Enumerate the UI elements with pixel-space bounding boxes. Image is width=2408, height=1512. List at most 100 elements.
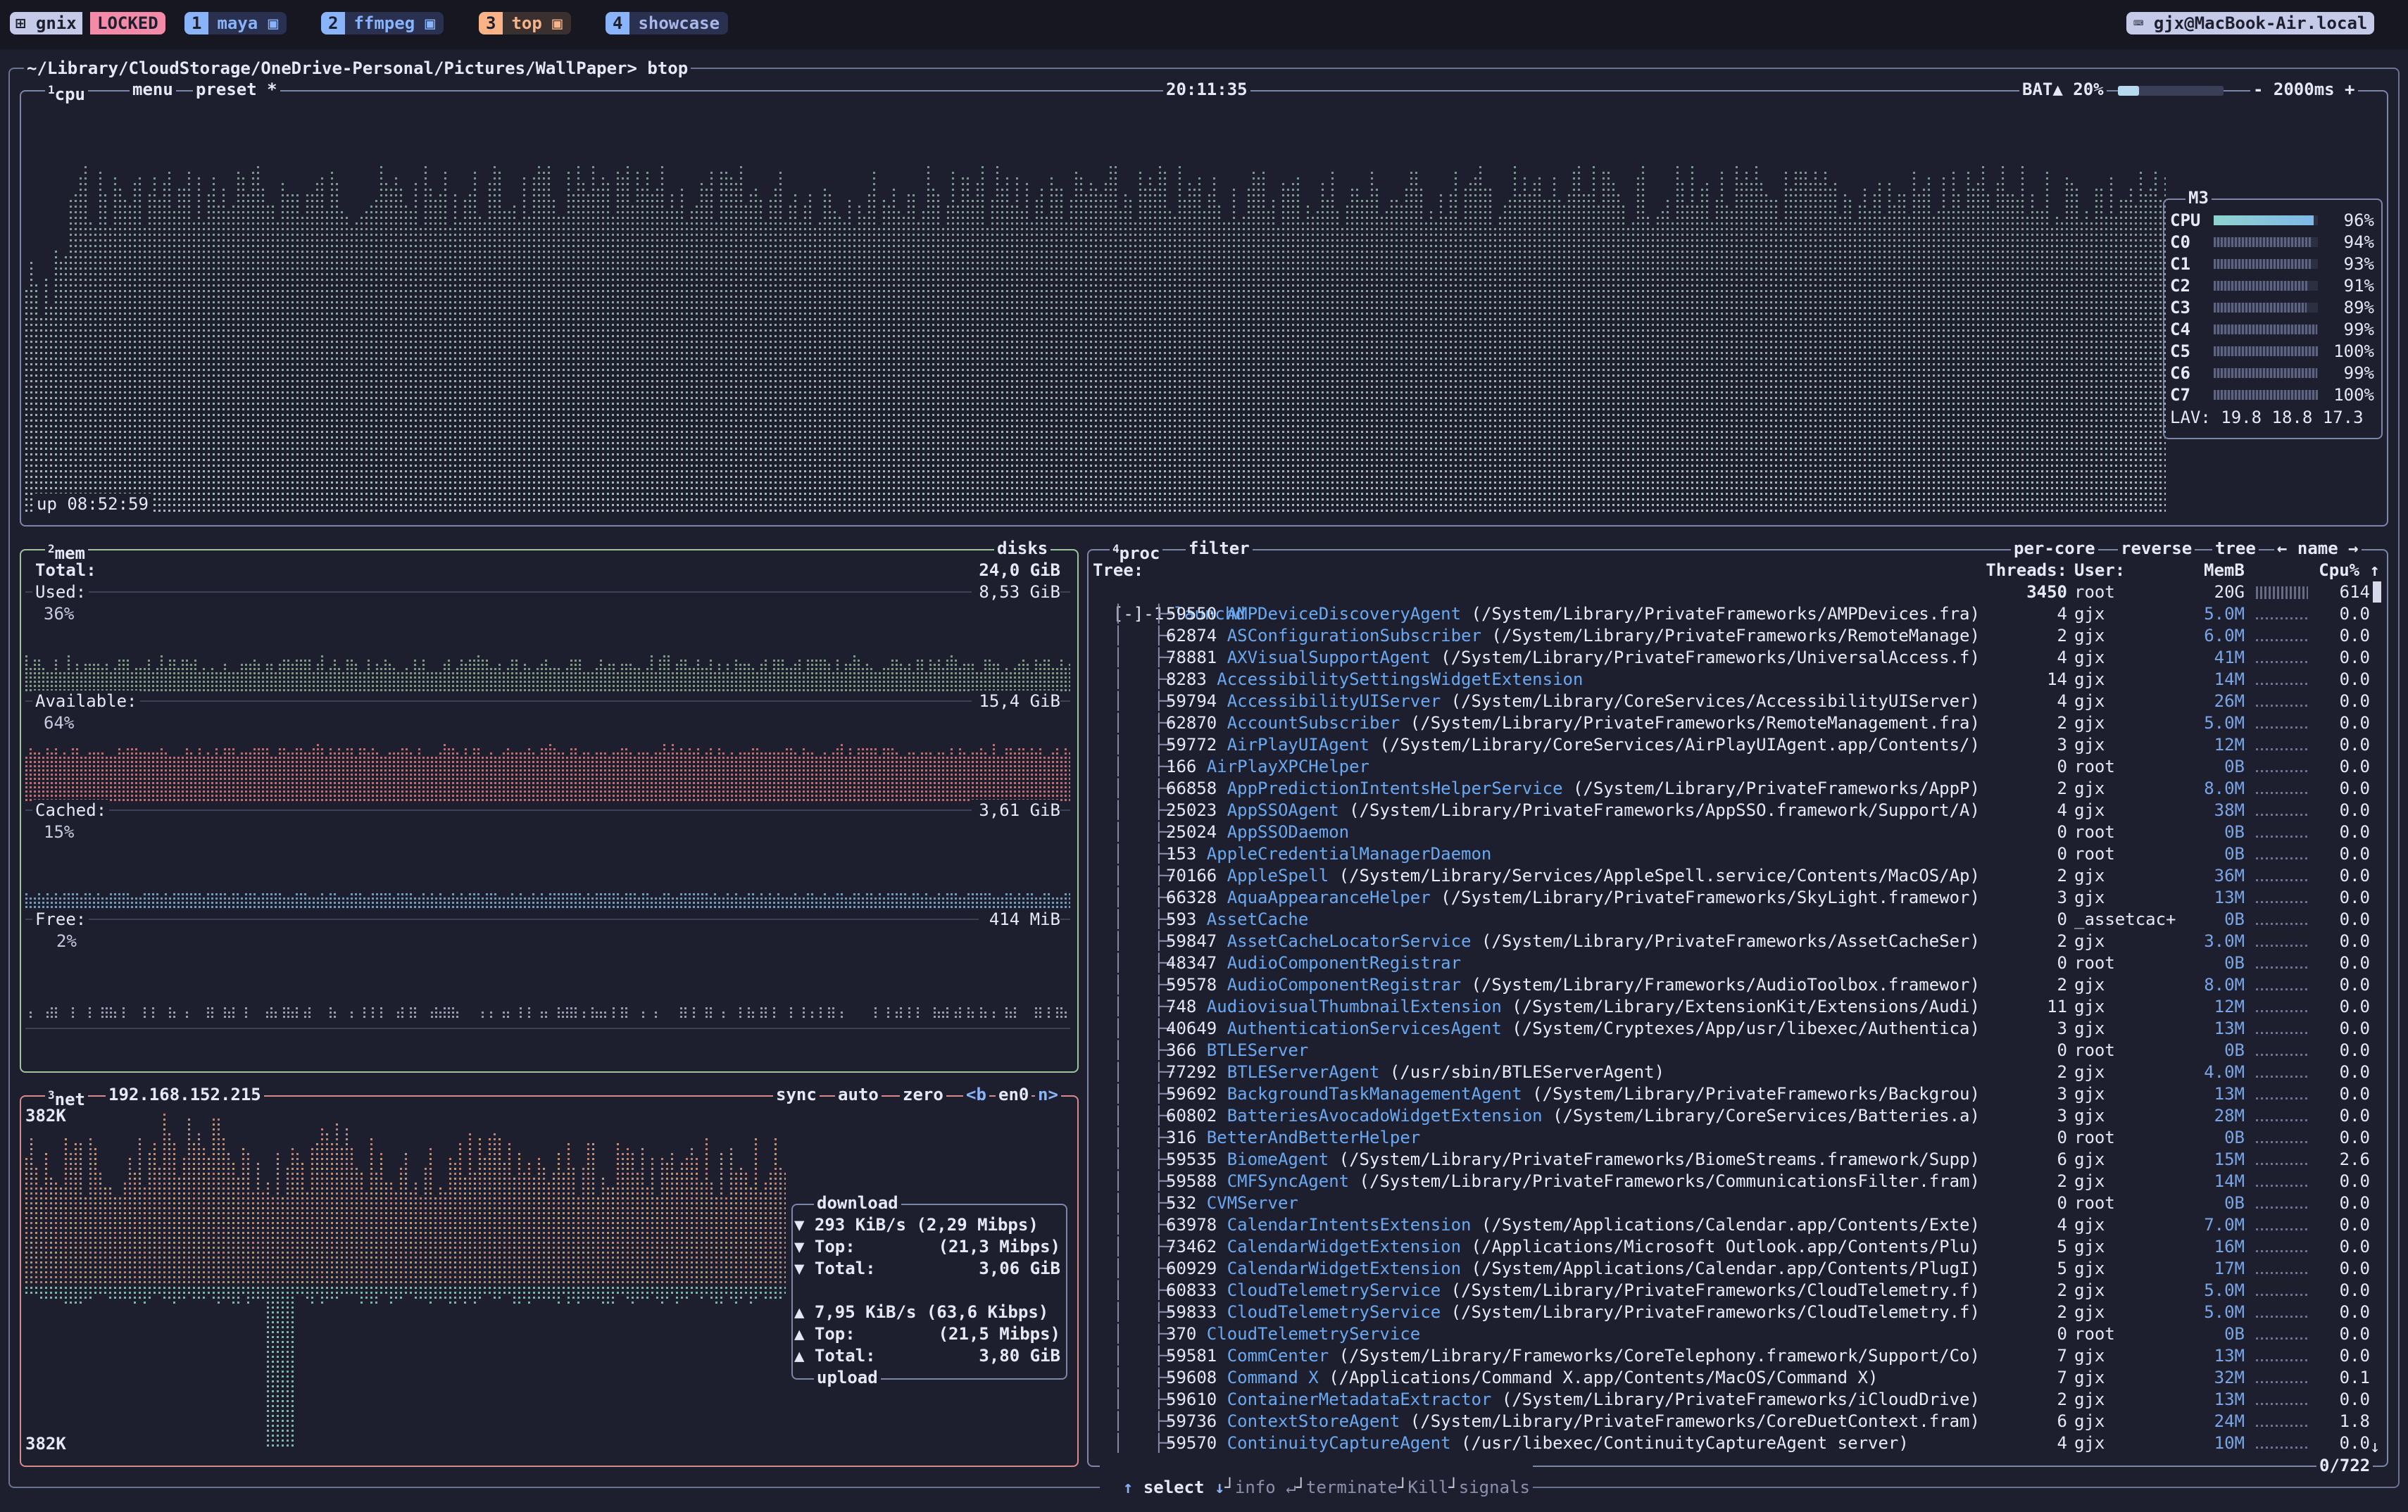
window-index: 2 [321,12,346,34]
battery-meter [2118,86,2224,96]
process-cpu: 0.0 [2316,931,2370,952]
process-user: gjx [2074,1018,2105,1040]
process-user: gjx [2074,625,2105,647]
process-row[interactable]: │ ├─ 366 BTLEServer 0 root 0B 0.0 [1093,1040,2374,1061]
kill-button[interactable]: Kill [1408,1478,1449,1497]
process-row[interactable]: │ ├─ 59608 Command X (/Applications/Comm… [1093,1367,2374,1389]
process-command: (/System/Library/PrivateFrameworks/AMPDe… [1461,604,1979,624]
refresh-rate[interactable]: - 2000ms + [2250,79,2358,101]
sort-selector[interactable]: ← name → [2274,538,2362,560]
signals-button[interactable]: signals [1459,1478,1530,1497]
process-cpu-meter [2256,1207,2308,1209]
process-row[interactable]: │ ├─ 63978 CalendarIntentsExtension (/Sy… [1093,1214,2374,1236]
process-row[interactable]: │ ├─ 59535 BiomeAgent (/System/Library/P… [1093,1149,2374,1171]
process-row[interactable]: │ ├─ 77292 BTLEServerAgent (/usr/sbin/BT… [1093,1061,2374,1083]
process-row[interactable]: │ ├─ 59833 CloudTelemetryService (/Syste… [1093,1302,2374,1323]
process-mem: 5.0M [2183,603,2245,625]
process-row[interactable]: │ ├─ 48347 AudioComponentRegistrar 0 root 0… [1093,952,2374,974]
process-row[interactable]: │ ├─ 153 AppleCredentialManagerDaemon 0 ro… [1093,843,2374,865]
window-tab-3[interactable]: 3 top ▣ [479,12,571,34]
filter-button[interactable]: filter [1186,538,1253,560]
disks-button[interactable]: disks [994,538,1051,560]
select-button[interactable]: select [1143,1478,1205,1497]
process-row[interactable]: │ ├─ 40649 AuthenticationServicesAgent (… [1093,1018,2374,1040]
process-row[interactable]: │ ├─ 748 AudiovisualThumbnailExtension (… [1093,996,2374,1018]
process-row[interactable]: │ ├─ 59570 ContinuityCaptureAgent (/usr/… [1093,1432,2374,1454]
divider [25,700,1070,702]
select-down-icon[interactable]: ↓ [1215,1478,1224,1497]
next-interface-button[interactable]: n> [1035,1084,1061,1106]
process-threads: 5 [1971,1236,2067,1258]
pane-number: 3 [48,1088,55,1102]
process-row[interactable]: │ ├─ 66328 AquaAppearanceHelper (/System… [1093,887,2374,909]
process-row[interactable]: │ ├─ 25023 AppSSOAgent (/System/Library/… [1093,800,2374,821]
sync-button[interactable]: sync [773,1084,820,1106]
process-row[interactable]: │ ├─ 60929 CalendarWidgetExtension (/Sys… [1093,1258,2374,1280]
upload-rate: ▲ 7,95 KiB/s (63,6 Kibps) [794,1302,1048,1323]
process-row[interactable]: │ ├─ 59847 AssetCacheLocatorService (/Sy… [1093,931,2374,952]
download-top: (21,3 Mibps) [924,1236,1060,1258]
reverse-toggle[interactable]: reverse [2118,538,2195,560]
divider [25,1028,1070,1029]
process-row[interactable]: │ ├─ 166 AirPlayXPCHelper 0 root 0B 0.0 [1093,756,2374,778]
window-tab-1[interactable]: 1 maya ▣ [184,12,287,34]
process-threads: 4 [1971,1432,2067,1454]
process-threads: 2 [1971,974,2067,996]
process-row[interactable]: │ ├─ 59588 CMFSyncAgent (/System/Library… [1093,1171,2374,1192]
interface-name: en0 [996,1084,1032,1106]
tree-toggle[interactable]: tree [2212,538,2259,560]
select-up-icon[interactable]: ↑ [1123,1478,1133,1497]
process-row[interactable]: │ ├─ 25024 AppSSODaemon 0 root 0B 0.0 [1093,821,2374,843]
process-row[interactable]: │ ├─ 59581 CommCenter (/System/Library/F… [1093,1345,2374,1367]
process-row[interactable]: │ ├─ 62874 ASConfigurationSubscriber (/S… [1093,625,2374,647]
preset-button[interactable]: preset * [193,79,280,101]
process-cpu-meter [2256,988,2308,990]
process-mem: 38M [2183,800,2245,821]
process-name: CMFSyncAgent [1227,1171,1349,1191]
process-row[interactable]: │ ├─ 66858 AppPredictionIntentsHelperSer… [1093,778,2374,800]
terminate-button[interactable]: terminate [1306,1478,1398,1497]
process-cpu: 0.0 [2316,1258,2370,1280]
process-row[interactable]: │ ├─ 60833 CloudTelemetryService (/Syste… [1093,1280,2374,1302]
process-cpu: 0.0 [2316,1105,2370,1127]
per-core-toggle[interactable]: per-core [2011,538,2098,560]
process-command: (/System/Applications/Calendar.app/Conte… [1461,1259,1979,1278]
process-row[interactable]: │ ├─ 370 CloudTelemetryService 0 root 0B 0.0 [1093,1323,2374,1345]
process-row[interactable]: │ ├─ 59736 ContextStoreAgent (/System/Li… [1093,1411,2374,1432]
process-row[interactable]: │ ├─ 59578 AudioComponentRegistrar (/Sys… [1093,974,2374,996]
process-row[interactable]: │ ├─ 60802 BatteriesAvocadoWidgetExtensi… [1093,1105,2374,1127]
process-cpu-meter [2256,705,2308,707]
col-cpu[interactable]: Cpu% ↑ [2309,560,2380,581]
process-row[interactable]: │ ├─ 78881 AXVisualSupportAgent (/System… [1093,647,2374,669]
auto-button[interactable]: auto [835,1084,882,1106]
proc-scrollbar-thumb[interactable] [2373,581,2381,603]
window-tab-4[interactable]: 4 showcase [606,12,729,34]
info-button[interactable]: info [1235,1478,1276,1497]
process-row[interactable]: │ ├─ 70166 AppleSpell (/System/Library/S… [1093,865,2374,887]
process-mem: 0B [2183,1192,2245,1214]
mem-cached-label: Cached: [32,800,110,821]
process-cpu: 0.0 [2316,734,2370,756]
process-row[interactable]: │ ├─ 593 AssetCache 0 _assetcac+ 0B 0.0 [1093,909,2374,931]
process-cpu-meter [2256,661,2308,663]
process-row[interactable]: │ ├─ 59550 AMPDeviceDiscoveryAgent (/Sys… [1093,603,2374,625]
process-row[interactable]: │ ├─ 59692 BackgroundTaskManagementAgent… [1093,1083,2374,1105]
process-mem: 0B [2183,821,2245,843]
menu-button[interactable]: menu [130,79,176,101]
core-label: C4 [2170,319,2190,341]
process-row[interactable]: │ ├─ 8283 AccessibilitySettingsWidgetExt… [1093,669,2374,691]
process-row[interactable]: │ ├─ 62870 AccountSubscriber (/System/Li… [1093,712,2374,734]
window-tab-2[interactable]: 2 ffmpeg ▣ [321,12,444,34]
process-row[interactable]: │ ├─ 59772 AirPlayUIAgent (/System/Libra… [1093,734,2374,756]
process-row[interactable]: │ ├─ 316 BetterAndBetterHelper 0 root 0B 0.0 [1093,1127,2374,1149]
prev-interface-button[interactable]: <b [963,1084,989,1106]
root-cpu: 614 [2316,581,2370,603]
process-row[interactable]: │ ├─ 59610 ContainerMetadataExtractor (/… [1093,1389,2374,1411]
core-meter [2214,237,2318,247]
session-pill[interactable]: ⊞ gnix [10,12,82,34]
process-pid: 59610 [1166,1390,1227,1409]
process-row[interactable]: │ ├─ 73462 CalendarWidgetExtension (/App… [1093,1236,2374,1258]
process-row[interactable]: │ ├─ 532 CVMServer 0 root 0B 0.0 [1093,1192,2374,1214]
zero-button[interactable]: zero [900,1084,946,1106]
process-row[interactable]: │ ├─ 59794 AccessibilityUIServer (/Syste… [1093,691,2374,712]
